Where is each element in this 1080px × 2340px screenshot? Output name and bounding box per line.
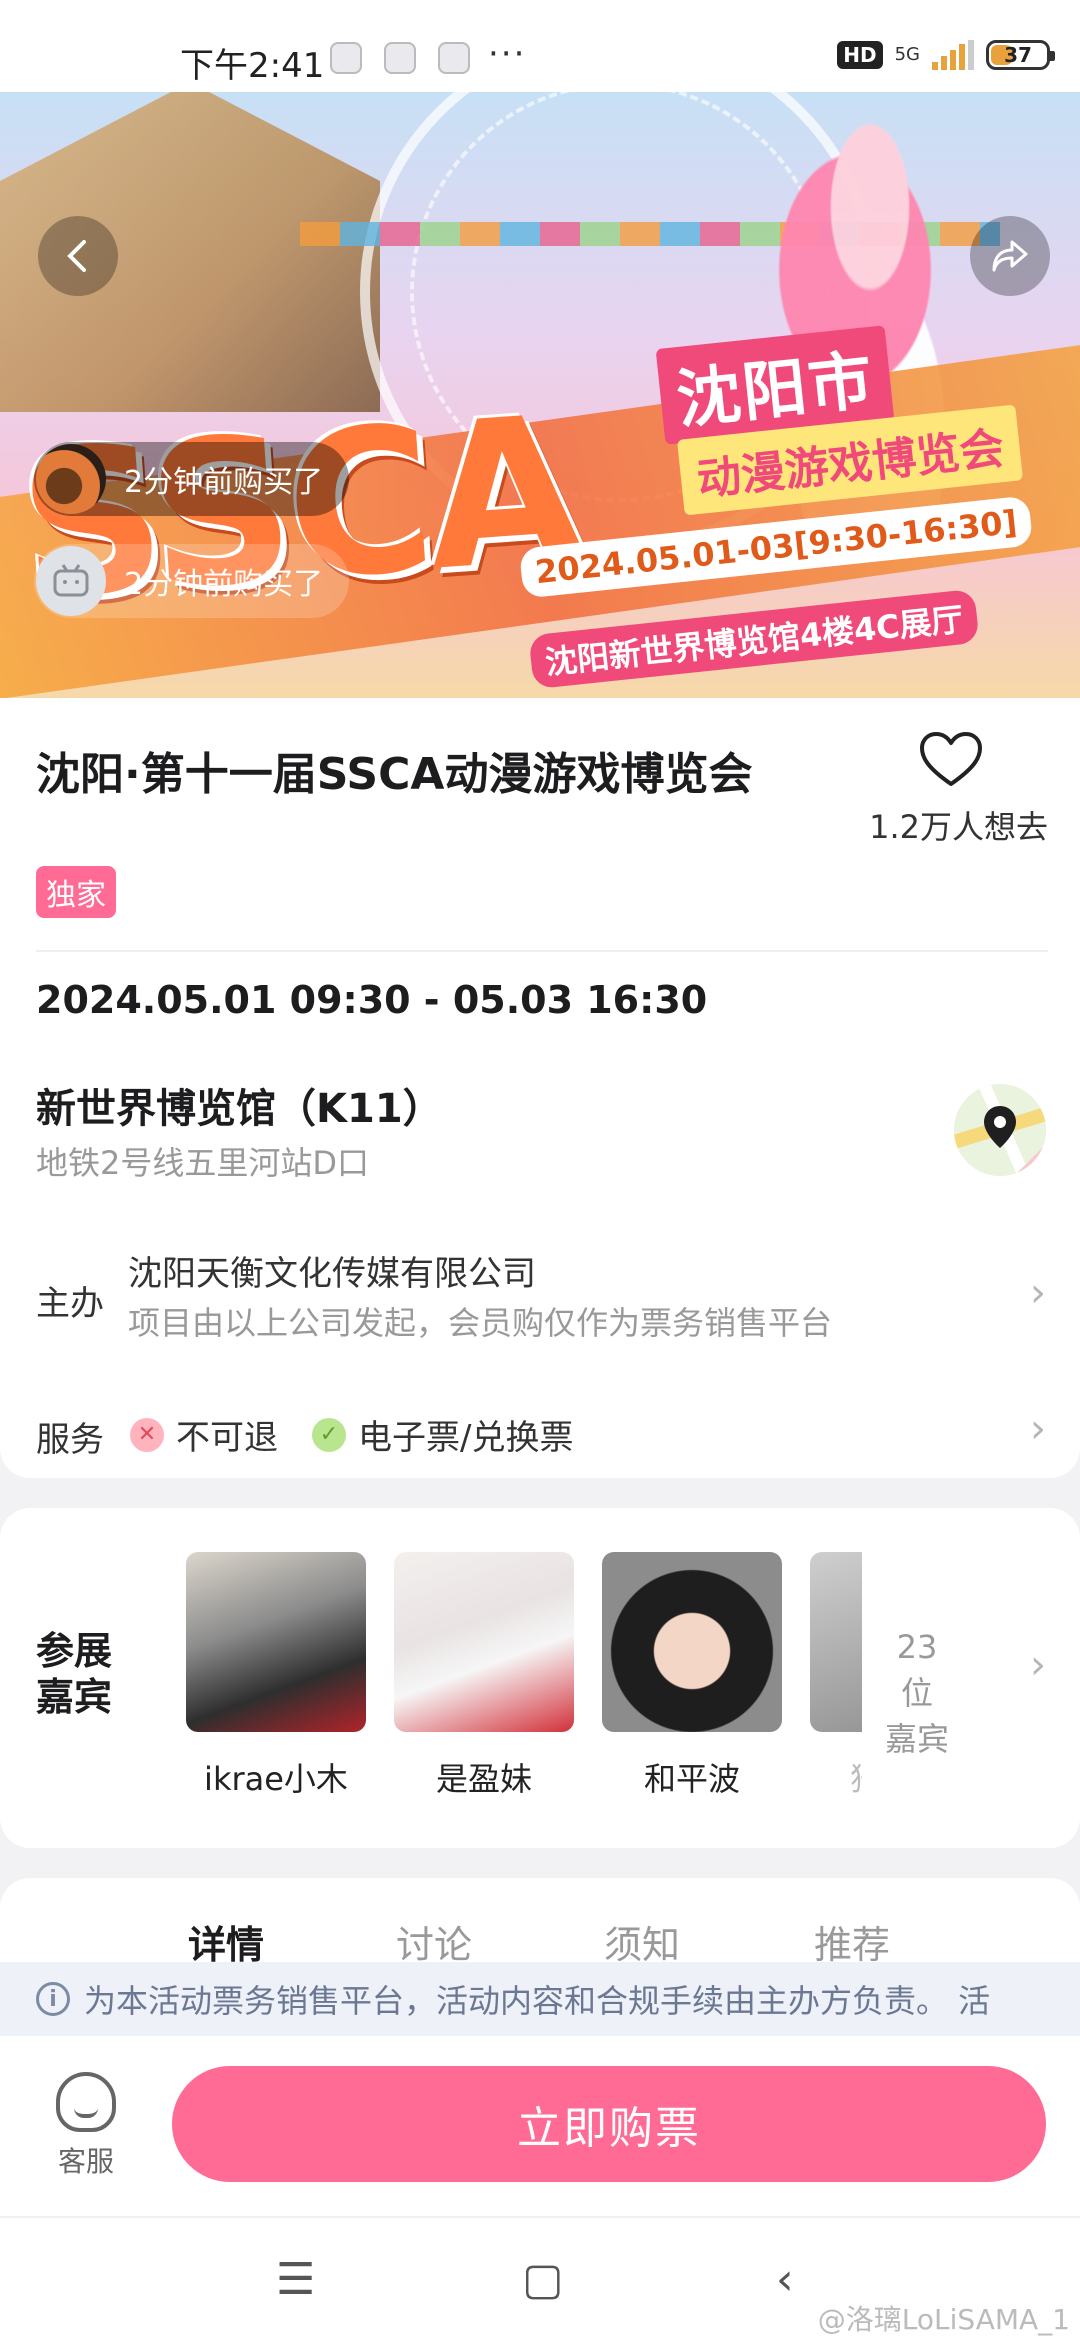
guest-item[interactable]: ikrae小木 xyxy=(186,1552,366,1800)
tab-details[interactable]: 详情 xyxy=(188,1914,264,1969)
guests-title: 参展嘉宾 xyxy=(36,1629,113,1719)
watermark: @洛璃LoLiSAMA_1 xyxy=(817,2303,1070,2336)
app-notification-icon xyxy=(438,42,470,74)
share-icon xyxy=(992,240,1028,272)
guest-name: ikrae小木 xyxy=(204,1760,348,1798)
heart-icon[interactable] xyxy=(918,730,984,790)
exclusive-badge: 独家 xyxy=(36,866,116,918)
notice-text: 为本活动票务销售平台，活动内容和合规手续由主办方负责。 活 xyxy=(84,1982,991,2020)
guest-photo xyxy=(602,1552,782,1732)
check-icon: ✓ xyxy=(312,1417,346,1452)
buyer-avatar xyxy=(36,444,106,514)
customer-service-icon xyxy=(56,2072,116,2132)
back-icon[interactable]: ‹ xyxy=(776,2254,794,2305)
guest-photo xyxy=(186,1552,366,1732)
guest-count[interactable]: 23位 嘉宾 xyxy=(882,1624,952,1762)
event-title: 沈阳·第十一届SSCA动漫游戏博览会 xyxy=(36,749,753,800)
home-icon[interactable]: ▢ xyxy=(522,2254,564,2305)
guest-item[interactable]: 是盈妹 xyxy=(394,1552,574,1800)
purchase-ticker: 2分钟前购买了 xyxy=(34,442,350,516)
tab-discussion[interactable]: 讨论 xyxy=(396,1914,472,1969)
purchase-ticker: 2分钟前购买了 xyxy=(34,544,350,618)
chevron-right-icon[interactable]: › xyxy=(1030,1270,1046,1316)
guest-photo xyxy=(810,1552,862,1732)
organizer-name[interactable]: 沈阳天衡文化传媒有限公司 xyxy=(128,1246,536,1295)
app-notification-icon xyxy=(330,42,362,74)
app-notification-icon xyxy=(384,42,416,74)
guest-item[interactable]: 和平波 xyxy=(602,1552,782,1800)
guest-photo xyxy=(394,1552,574,1732)
signal-icon xyxy=(932,40,974,70)
want-count: 1.2万人想去 xyxy=(869,808,1048,846)
notice-bar: i 为本活动票务销售平台，活动内容和合规手续由主办方负责。 活 xyxy=(0,1962,1080,2036)
venue-name[interactable]: 新世界博览馆（K11） xyxy=(36,1076,443,1134)
customer-service-button[interactable]: 客服 xyxy=(46,2072,126,2180)
guest-name: 是盈妹 xyxy=(435,1760,532,1798)
notification-icons xyxy=(330,42,470,74)
divider xyxy=(36,950,1048,952)
guest-item[interactable]: 猗 xyxy=(810,1552,862,1800)
status-bar: 下午2:41 ··· HD 5G 37 xyxy=(0,0,1080,92)
ticker-text: 2分钟前购买了 xyxy=(124,465,324,500)
info-icon: i xyxy=(36,1982,70,2016)
service-list[interactable]: ✕ 不可退 ✓ 电子票/兑换票 xyxy=(130,1410,573,1459)
status-time: 下午2:41 xyxy=(180,46,325,86)
event-banner[interactable]: SSCA 沈阳市 动漫游戏博览会 2024.05.01-03[9:30-16:3… xyxy=(0,92,1080,698)
ticker-text: 2分钟前购买了 xyxy=(124,567,324,602)
venue-transit: 地铁2号线五里河站D口 xyxy=(36,1144,370,1182)
buy-ticket-button[interactable]: 立即购票 xyxy=(172,2066,1046,2182)
service-item-e-ticket: ✓ 电子票/兑换票 xyxy=(312,1410,573,1459)
service-item-no-refund: ✕ 不可退 xyxy=(130,1410,278,1459)
chevron-right-icon[interactable]: › xyxy=(1030,1642,1046,1688)
event-datetime: 2024.05.01 09:30 - 05.03 16:30 xyxy=(36,978,708,1022)
customer-service-label: 客服 xyxy=(57,2145,114,2178)
service-label-text: 电子票/兑换票 xyxy=(358,1418,574,1458)
cross-icon: ✕ xyxy=(130,1417,164,1452)
service-label-text: 不可退 xyxy=(176,1418,278,1458)
hd-icon: HD xyxy=(837,41,883,69)
map-icon[interactable] xyxy=(954,1084,1046,1176)
menu-icon[interactable]: ☰ xyxy=(276,2254,315,2305)
guest-name: 和平波 xyxy=(643,1760,740,1798)
event-info-card: 沈阳·第十一届SSCA动漫游戏博览会 1.2万人想去 独家 2024.05.01… xyxy=(0,698,1080,1478)
organizer-note: 项目由以上公司发起，会员购仅作为票务销售平台 xyxy=(128,1304,833,1342)
service-label: 服务 xyxy=(36,1420,104,1460)
tab-recommend[interactable]: 推荐 xyxy=(814,1914,890,1969)
chevron-right-icon[interactable]: › xyxy=(1030,1406,1046,1452)
network-type: 5G xyxy=(894,44,920,65)
status-indicators: HD 5G 37 xyxy=(837,40,1055,70)
more-notifications-icon: ··· xyxy=(488,34,527,74)
tab-notice[interactable]: 须知 xyxy=(604,1914,680,1969)
share-button[interactable] xyxy=(970,216,1050,296)
system-nav-bar: ☰ ▢ ‹ @洛璃LoLiSAMA_1 xyxy=(0,2216,1080,2340)
guest-name: 猗 xyxy=(810,1754,862,1800)
back-arrow-icon xyxy=(67,240,86,272)
bottom-action-bar: 客服 立即购票 xyxy=(0,2036,1080,2216)
default-avatar-icon xyxy=(36,546,106,616)
guests-card[interactable]: 参展嘉宾 ikrae小木 是盈妹 和平波 猗 23位 嘉宾 › xyxy=(0,1508,1080,1848)
battery-level: 37 xyxy=(1004,43,1032,67)
organizer-label: 主办 xyxy=(36,1284,104,1324)
back-button[interactable] xyxy=(38,216,118,296)
battery-icon: 37 xyxy=(986,40,1055,70)
